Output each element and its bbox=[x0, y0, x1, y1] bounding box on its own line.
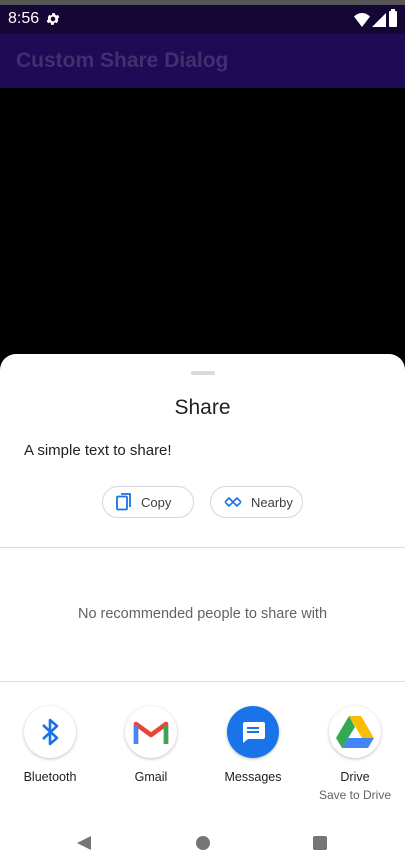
battery-icon bbox=[389, 9, 397, 27]
app-sublabel-drive: Save to Drive bbox=[318, 788, 392, 802]
share-title: Share bbox=[174, 396, 231, 419]
no-recommendations-text: No recommended people to share with bbox=[77, 606, 328, 622]
app-bar: Custom Share Dialog bbox=[0, 34, 405, 88]
home-icon[interactable] bbox=[196, 836, 210, 850]
status-time: 8:56 bbox=[8, 10, 40, 27]
shared-text: A simple text to share! bbox=[24, 442, 172, 459]
copy-icon bbox=[116, 493, 131, 511]
app-label-messages: Messages bbox=[224, 770, 282, 784]
bluetooth-icon bbox=[24, 706, 76, 758]
back-icon[interactable] bbox=[76, 835, 92, 851]
app-label-bluetooth: Bluetooth bbox=[23, 770, 77, 784]
divider bbox=[0, 547, 405, 548]
drag-handle[interactable] bbox=[191, 371, 215, 375]
divider bbox=[0, 681, 405, 682]
recents-icon[interactable] bbox=[313, 836, 327, 850]
app-label-gmail: Gmail bbox=[134, 770, 168, 784]
drive-icon bbox=[329, 706, 381, 758]
share-sheet: Share A simple text to share! Copy Nearb… bbox=[0, 354, 405, 867]
share-target-messages[interactable]: Messages bbox=[203, 706, 303, 784]
copy-label: Copy bbox=[141, 494, 172, 510]
messages-icon bbox=[227, 706, 279, 758]
navigation-bar bbox=[0, 822, 405, 867]
app-title: Custom Share Dialog bbox=[16, 49, 229, 72]
app-label-drive: Drive bbox=[340, 770, 370, 784]
copy-button[interactable]: Copy bbox=[102, 486, 194, 518]
nearby-label: Nearby bbox=[251, 494, 293, 510]
cellular-signal-icon bbox=[372, 13, 386, 27]
nearby-button[interactable]: Nearby bbox=[210, 486, 303, 518]
nearby-icon bbox=[224, 497, 242, 507]
wifi-icon bbox=[354, 13, 370, 27]
share-target-gmail[interactable]: Gmail bbox=[101, 706, 201, 784]
share-target-bluetooth[interactable]: Bluetooth bbox=[0, 706, 100, 784]
status-bar: 8:56 bbox=[0, 0, 405, 34]
gear-icon bbox=[46, 13, 60, 25]
share-target-drive[interactable]: Drive Save to Drive bbox=[305, 706, 405, 802]
gmail-icon bbox=[125, 706, 177, 758]
